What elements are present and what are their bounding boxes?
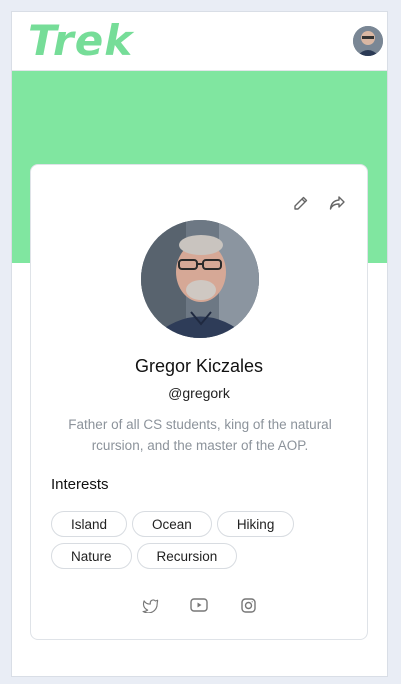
top-header: Trek — [12, 12, 387, 71]
interest-chip[interactable]: Island — [51, 511, 128, 537]
profile-name: Gregor Kiczales — [134, 356, 264, 376]
youtube-icon[interactable] — [190, 596, 208, 614]
twitter-icon[interactable] — [141, 596, 159, 614]
interest-chip[interactable]: Hiking — [216, 511, 295, 537]
profile-handle: @gregork — [168, 385, 230, 401]
instagram-icon[interactable] — [239, 596, 257, 614]
profile-photo — [141, 220, 259, 338]
interest-chip[interactable]: Nature — [51, 543, 132, 569]
interest-chip[interactable]: Ocean — [132, 511, 212, 537]
interests-list: Island Ocean Hiking Nature Recursion — [51, 511, 351, 569]
app-frame: Trek Gregor Kiczales @gregork Father of … — [11, 11, 388, 677]
card-actions — [291, 193, 347, 213]
share-icon[interactable] — [327, 193, 347, 213]
interest-chip[interactable]: Recursion — [136, 543, 238, 569]
header-avatar[interactable] — [353, 26, 383, 56]
brand-logo[interactable]: Trek — [28, 16, 133, 66]
pencil-icon[interactable] — [291, 193, 311, 213]
interests-title: Interests — [51, 476, 109, 493]
profile-card: Gregor Kiczales @gregork Father of all C… — [30, 164, 368, 640]
profile-bio: Father of all CS students, king of the n… — [68, 417, 332, 453]
social-links — [31, 596, 367, 614]
